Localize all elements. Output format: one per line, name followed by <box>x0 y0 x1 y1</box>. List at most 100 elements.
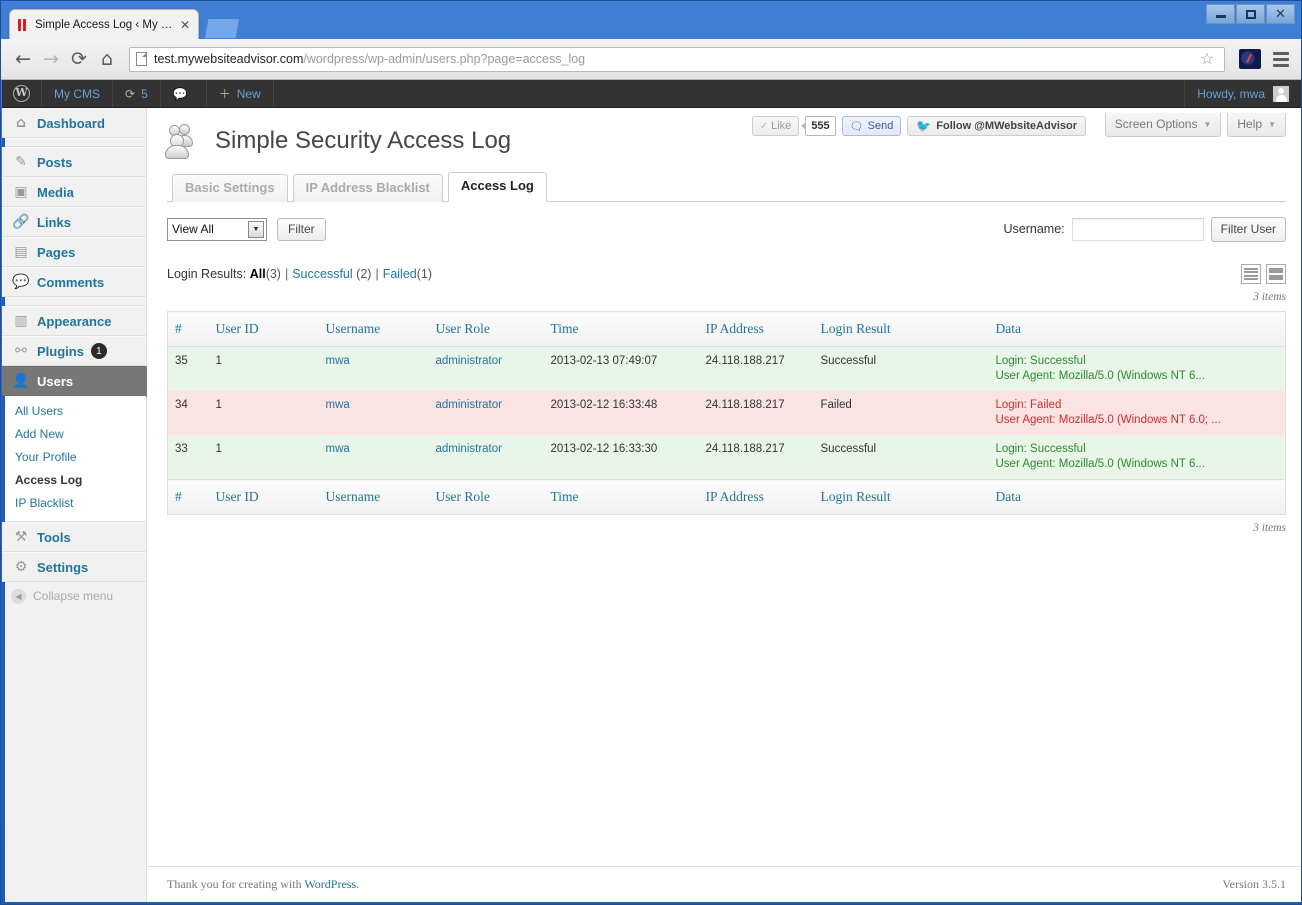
login-results-filter: Login Results: All(3) | Successful (2) | Fai… <box>167 267 432 281</box>
close-icon: ✕ <box>1275 6 1286 22</box>
username-link[interactable]: mwa <box>326 399 350 411</box>
sidebar-subitem-add-new[interactable]: Add New <box>2 423 146 446</box>
sidebar-item-links[interactable]: 🔗 Links <box>2 207 146 237</box>
sidebar-subitem-ip-blacklist[interactable]: IP Blacklist <box>2 492 146 515</box>
separator: | <box>284 267 289 281</box>
extension-icon[interactable] <box>1239 49 1261 69</box>
plug-icon: ⚯ <box>15 343 27 359</box>
filter-user-button[interactable]: Filter User <box>1210 216 1286 242</box>
column-header-username[interactable]: Username <box>325 311 436 347</box>
column-footer-ip-address[interactable]: IP Address <box>705 479 821 515</box>
column-footer-user-role[interactable]: User Role <box>435 479 551 515</box>
back-icon[interactable]: ← <box>9 45 37 73</box>
filter-link-all[interactable]: All <box>250 267 266 281</box>
user-role-link[interactable]: administrator <box>436 443 502 455</box>
column-footer-user-id[interactable]: User ID <box>215 479 326 515</box>
help-label: Help <box>1237 117 1263 131</box>
users-icon: 👤 <box>12 373 30 389</box>
twitter-bird-icon: 🐦 <box>916 119 932 133</box>
updates-button[interactable]: ⟳ 5 <box>113 80 161 107</box>
sidebar-item-tools[interactable]: ⚒ Tools <box>2 522 146 552</box>
table-head: # User ID Username User Role Time IP Add… <box>167 311 1286 347</box>
bookmark-star-icon[interactable]: ☆ <box>1196 48 1218 70</box>
cell-username: mwa <box>326 391 436 435</box>
column-header-ip-address[interactable]: IP Address <box>705 311 821 347</box>
wp-logo-button[interactable]: W <box>2 80 42 107</box>
column-header-time[interactable]: Time <box>550 311 706 347</box>
sidebar-item-comments[interactable]: 💬 Comments <box>2 267 146 297</box>
reload-icon[interactable]: ⟳ <box>65 45 93 73</box>
username-link[interactable]: mwa <box>326 355 350 367</box>
column-footer-data[interactable]: Data <box>995 479 1286 515</box>
column-header-data[interactable]: Data <box>995 311 1286 347</box>
table-foot: # User ID Username User Role Time IP Add… <box>167 479 1286 515</box>
tab-ip-address-blacklist[interactable]: IP Address Blacklist <box>292 174 443 202</box>
column-footer-time[interactable]: Time <box>550 479 706 515</box>
tab-access-log[interactable]: Access Log <box>447 172 547 202</box>
site-name-button[interactable]: My CMS <box>42 80 113 107</box>
screen-options-label: Screen Options <box>1114 117 1198 131</box>
column-header-login-result[interactable]: Login Result <box>820 311 996 347</box>
sidebar-item-users[interactable]: 👤 Users <box>2 366 160 398</box>
address-bar[interactable]: test.mywebsiteadvisor.com/wordpress/wp-a… <box>129 46 1225 72</box>
column-header-user-role[interactable]: User Role <box>435 311 551 347</box>
sidebar-item-settings[interactable]: ⚙ Settings <box>2 552 146 582</box>
column-footer-login-result[interactable]: Login Result <box>820 479 996 515</box>
minimize-button[interactable] <box>1206 4 1235 24</box>
username-input[interactable] <box>1071 217 1204 241</box>
sidebar-subitem-access-log[interactable]: Access Log <box>2 469 146 492</box>
sidebar-item-plugins[interactable]: ⚯ Plugins 1 <box>2 336 146 366</box>
sidebar-item-dashboard[interactable]: ⌂ Dashboard <box>2 108 146 138</box>
sidebar-item-appearance[interactable]: ▥ Appearance <box>2 306 146 336</box>
username-link[interactable]: mwa <box>326 443 350 455</box>
filter-link-successful[interactable]: Successful <box>292 267 352 281</box>
sidebar-item-pages[interactable]: ▤ Pages <box>2 237 146 267</box>
home-icon[interactable]: ⌂ <box>93 45 121 73</box>
view-filter-select[interactable]: View All <box>167 217 267 241</box>
cell-data: Login: Successful User Agent: Mozilla/5.… <box>996 435 1286 480</box>
screen-options-toggle[interactable]: Screen Options ▼ <box>1104 113 1222 137</box>
table-row[interactable]: 35 1 mwa administrator 2013-02-13 07:49:… <box>167 346 1286 391</box>
new-tab-button[interactable] <box>205 19 239 38</box>
admin-sidebar-menu: ⌂ Dashboard ✎ Posts ▣ Media 🔗 Links ▤ Pa… <box>2 108 160 904</box>
browser-menu-icon[interactable] <box>1269 47 1293 71</box>
column-footer-num[interactable]: # <box>167 479 216 515</box>
maximize-button[interactable] <box>1236 4 1265 24</box>
help-toggle[interactable]: Help ▼ <box>1227 113 1286 137</box>
filter-link-failed[interactable]: Failed <box>383 267 417 281</box>
table-row[interactable]: 33 1 mwa administrator 2013-02-12 16:33:… <box>167 435 1286 480</box>
new-content-button[interactable]: ＋ New <box>207 80 274 107</box>
sidebar-item-posts[interactable]: ✎ Posts <box>2 147 146 177</box>
sidebar-subitem-all-users[interactable]: All Users <box>2 400 146 423</box>
tab-basic-settings[interactable]: Basic Settings <box>172 174 288 202</box>
facebook-send-label: Send <box>867 120 894 132</box>
facebook-like-label: Like <box>771 120 792 132</box>
main-content: Screen Options ▼ Help ▼ ✓ Like 555 🗨 Sen… <box>147 108 1301 904</box>
filter-button[interactable]: Filter <box>277 217 326 241</box>
sidebar-item-media[interactable]: ▣ Media <box>2 177 146 207</box>
facebook-like-button[interactable]: ✓ Like <box>751 116 800 136</box>
close-icon[interactable]: ✕ <box>178 18 192 32</box>
sidebar-subitem-your-profile[interactable]: Your Profile <box>2 446 146 469</box>
collapse-menu-button[interactable]: ◀ Collapse menu <box>2 582 146 610</box>
excerpt-view-button[interactable] <box>1266 264 1286 284</box>
my-account-button[interactable]: Howdy, mwa <box>1184 80 1301 107</box>
close-window-button[interactable]: ✕ <box>1266 4 1295 24</box>
forward-icon[interactable]: → <box>37 45 65 73</box>
twitter-follow-button[interactable]: 🐦 Follow @MWebsiteAdvisor <box>907 116 1086 136</box>
chevron-down-icon: ▼ <box>1203 119 1212 129</box>
list-view-button[interactable] <box>1241 264 1261 284</box>
column-header-user-id[interactable]: User ID <box>215 311 326 347</box>
table-row[interactable]: 34 1 mwa administrator 2013-02-12 16:33:… <box>167 391 1286 435</box>
window-controls: ✕ <box>1206 4 1295 24</box>
column-footer-username[interactable]: Username <box>325 479 436 515</box>
comments-button[interactable]: 💬 <box>161 80 207 107</box>
data-useragent-line: User Agent: Mozilla/5.0 (Windows NT 6... <box>995 458 1205 470</box>
browser-tab[interactable]: Simple Access Log ‹ My CMS ✕ <box>9 9 199 39</box>
facebook-send-button[interactable]: 🗨 Send <box>841 116 902 136</box>
user-role-link[interactable]: administrator <box>436 399 502 411</box>
page-title: Simple Security Access Log <box>215 127 512 154</box>
wordpress-link[interactable]: WordPress <box>304 877 356 891</box>
user-role-link[interactable]: administrator <box>436 355 502 367</box>
column-header-num[interactable]: # <box>167 311 216 347</box>
